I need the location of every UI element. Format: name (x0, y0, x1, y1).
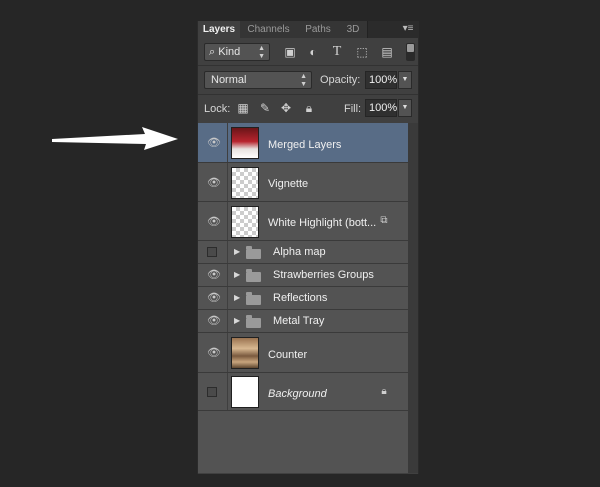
adjustment-filter-icon[interactable]: ◐ (305, 44, 321, 60)
layer-row-metal-tray[interactable]: 👁︎ ▶ Metal Tray (198, 310, 408, 333)
filter-kind-label: Kind (218, 46, 241, 58)
layer-name: Vignette (268, 178, 309, 190)
type-filter-icon[interactable]: T (329, 44, 345, 60)
divider (198, 65, 418, 66)
fill-dropdown-icon[interactable]: ▼ (398, 99, 412, 117)
tab-channels[interactable]: Channels (240, 21, 298, 38)
group-name: Reflections (273, 292, 328, 304)
folder-icon (246, 246, 261, 259)
eye-icon[interactable]: 👁︎ (207, 315, 221, 327)
layer-thumbnail (231, 167, 259, 199)
hidden-visibility-box[interactable] (207, 247, 217, 257)
opacity-label: Opacity: (320, 74, 361, 86)
tab-layers[interactable]: Layers (198, 21, 241, 38)
layer-row-white-highlight[interactable]: 👁︎ White Highlight (bott... ⧉ (198, 202, 408, 241)
layers-panel: Layers Channels Paths 3D ▾≡ ⌕ Kind ▲ ▼ ▣ … (197, 21, 419, 474)
visibility-column: 👁︎ (198, 163, 228, 201)
blend-mode-select[interactable]: Normal ▲ ▼ (204, 71, 312, 89)
eye-icon[interactable]: 👁︎ (207, 292, 221, 304)
lock-image-icon[interactable]: ✎ (258, 101, 272, 115)
filter-toggle[interactable] (406, 43, 415, 61)
folder-icon (246, 269, 261, 282)
group-name: Metal Tray (273, 315, 325, 327)
divider (198, 94, 418, 95)
layer-name: Counter (268, 349, 308, 361)
eye-icon[interactable]: 👁︎ (207, 177, 221, 189)
pixel-filter-icon[interactable]: ▣ (282, 44, 298, 60)
folder-icon (246, 292, 261, 305)
tab-3d[interactable]: 3D (339, 21, 368, 38)
visibility-column: 👁︎ (198, 287, 228, 309)
group-name: Strawberries Groups (273, 269, 374, 281)
visibility-column: 👁︎ (198, 123, 228, 162)
blend-mode-value: Normal (211, 74, 247, 86)
filter-kind-select[interactable]: ⌕ Kind ▲ ▼ (204, 43, 270, 61)
layer-thumbnail (231, 376, 259, 408)
smart-object-filter-icon[interactable]: ▤ (379, 44, 395, 60)
layers-scrollbar[interactable] (408, 123, 418, 473)
layer-thumbnail (231, 337, 259, 369)
lock-transparent-icon[interactable]: ▦ (236, 101, 250, 115)
visibility-column: 👁︎ (198, 310, 228, 332)
lock-all-icon[interactable]: 🔒︎ (302, 101, 316, 115)
layer-thumbnail (231, 127, 259, 159)
panel-menu-icon[interactable]: ▾≡ (400, 22, 416, 36)
expand-arrow-icon[interactable]: ▶ (234, 316, 242, 326)
opacity-field[interactable]: 100% (365, 71, 397, 89)
visibility-column (198, 241, 228, 263)
visibility-column: 👁︎ (198, 202, 228, 240)
panel-tab-bar: Layers Channels Paths 3D ▾≡ (198, 21, 418, 38)
group-name: Alpha map (273, 246, 326, 258)
expand-arrow-icon[interactable]: ▶ (234, 270, 242, 280)
hidden-visibility-box[interactable] (207, 387, 217, 397)
layer-name: Merged Layers (268, 139, 342, 151)
layer-row-vignette[interactable]: 👁︎ Vignette (198, 163, 408, 202)
shape-filter-icon[interactable]: ⬚ (354, 44, 370, 60)
fill-field[interactable]: 100% (365, 99, 397, 117)
layer-row-merged-layers[interactable]: 👁︎ Merged Layers (198, 123, 408, 163)
layer-thumbnail (231, 206, 259, 238)
pointer-arrow-icon (52, 127, 178, 150)
layers-empty-area (198, 411, 408, 473)
visibility-column: 👁︎ (198, 264, 228, 286)
search-icon: ⌕ (209, 46, 216, 58)
layer-name: Background (268, 388, 327, 400)
eye-icon[interactable]: 👁︎ (207, 216, 221, 228)
layer-row-strawberries-groups[interactable]: 👁︎ ▶ Strawberries Groups (198, 264, 408, 287)
opacity-dropdown-icon[interactable]: ▼ (398, 71, 412, 89)
folder-icon (246, 315, 261, 328)
layer-row-background[interactable]: Background 🔒︎ (198, 373, 408, 411)
eye-icon[interactable]: 👁︎ (207, 347, 221, 359)
lock-icon: 🔒︎ (381, 386, 387, 397)
eye-icon[interactable]: 👁︎ (207, 269, 221, 281)
lock-position-icon[interactable]: ✥ (279, 101, 293, 115)
expand-arrow-icon[interactable]: ▶ (234, 247, 242, 257)
visibility-column (198, 373, 228, 410)
smart-object-icon: ⧉ (380, 215, 388, 226)
tab-paths[interactable]: Paths (297, 21, 340, 38)
layer-row-counter[interactable]: 👁︎ Counter (198, 333, 408, 373)
select-arrows-icon: ▲ ▼ (300, 73, 307, 88)
lock-label: Lock: (204, 103, 231, 115)
visibility-column: 👁︎ (198, 333, 228, 372)
eye-icon[interactable]: 👁︎ (207, 137, 221, 149)
layer-name: White Highlight (bott... (268, 217, 377, 229)
fill-label: Fill: (344, 103, 362, 115)
expand-arrow-icon[interactable]: ▶ (234, 293, 242, 303)
layer-row-alpha-map[interactable]: ▶ Alpha map (198, 241, 408, 264)
select-arrows-icon: ▲ ▼ (258, 45, 265, 60)
layer-row-reflections[interactable]: 👁︎ ▶ Reflections (198, 287, 408, 310)
